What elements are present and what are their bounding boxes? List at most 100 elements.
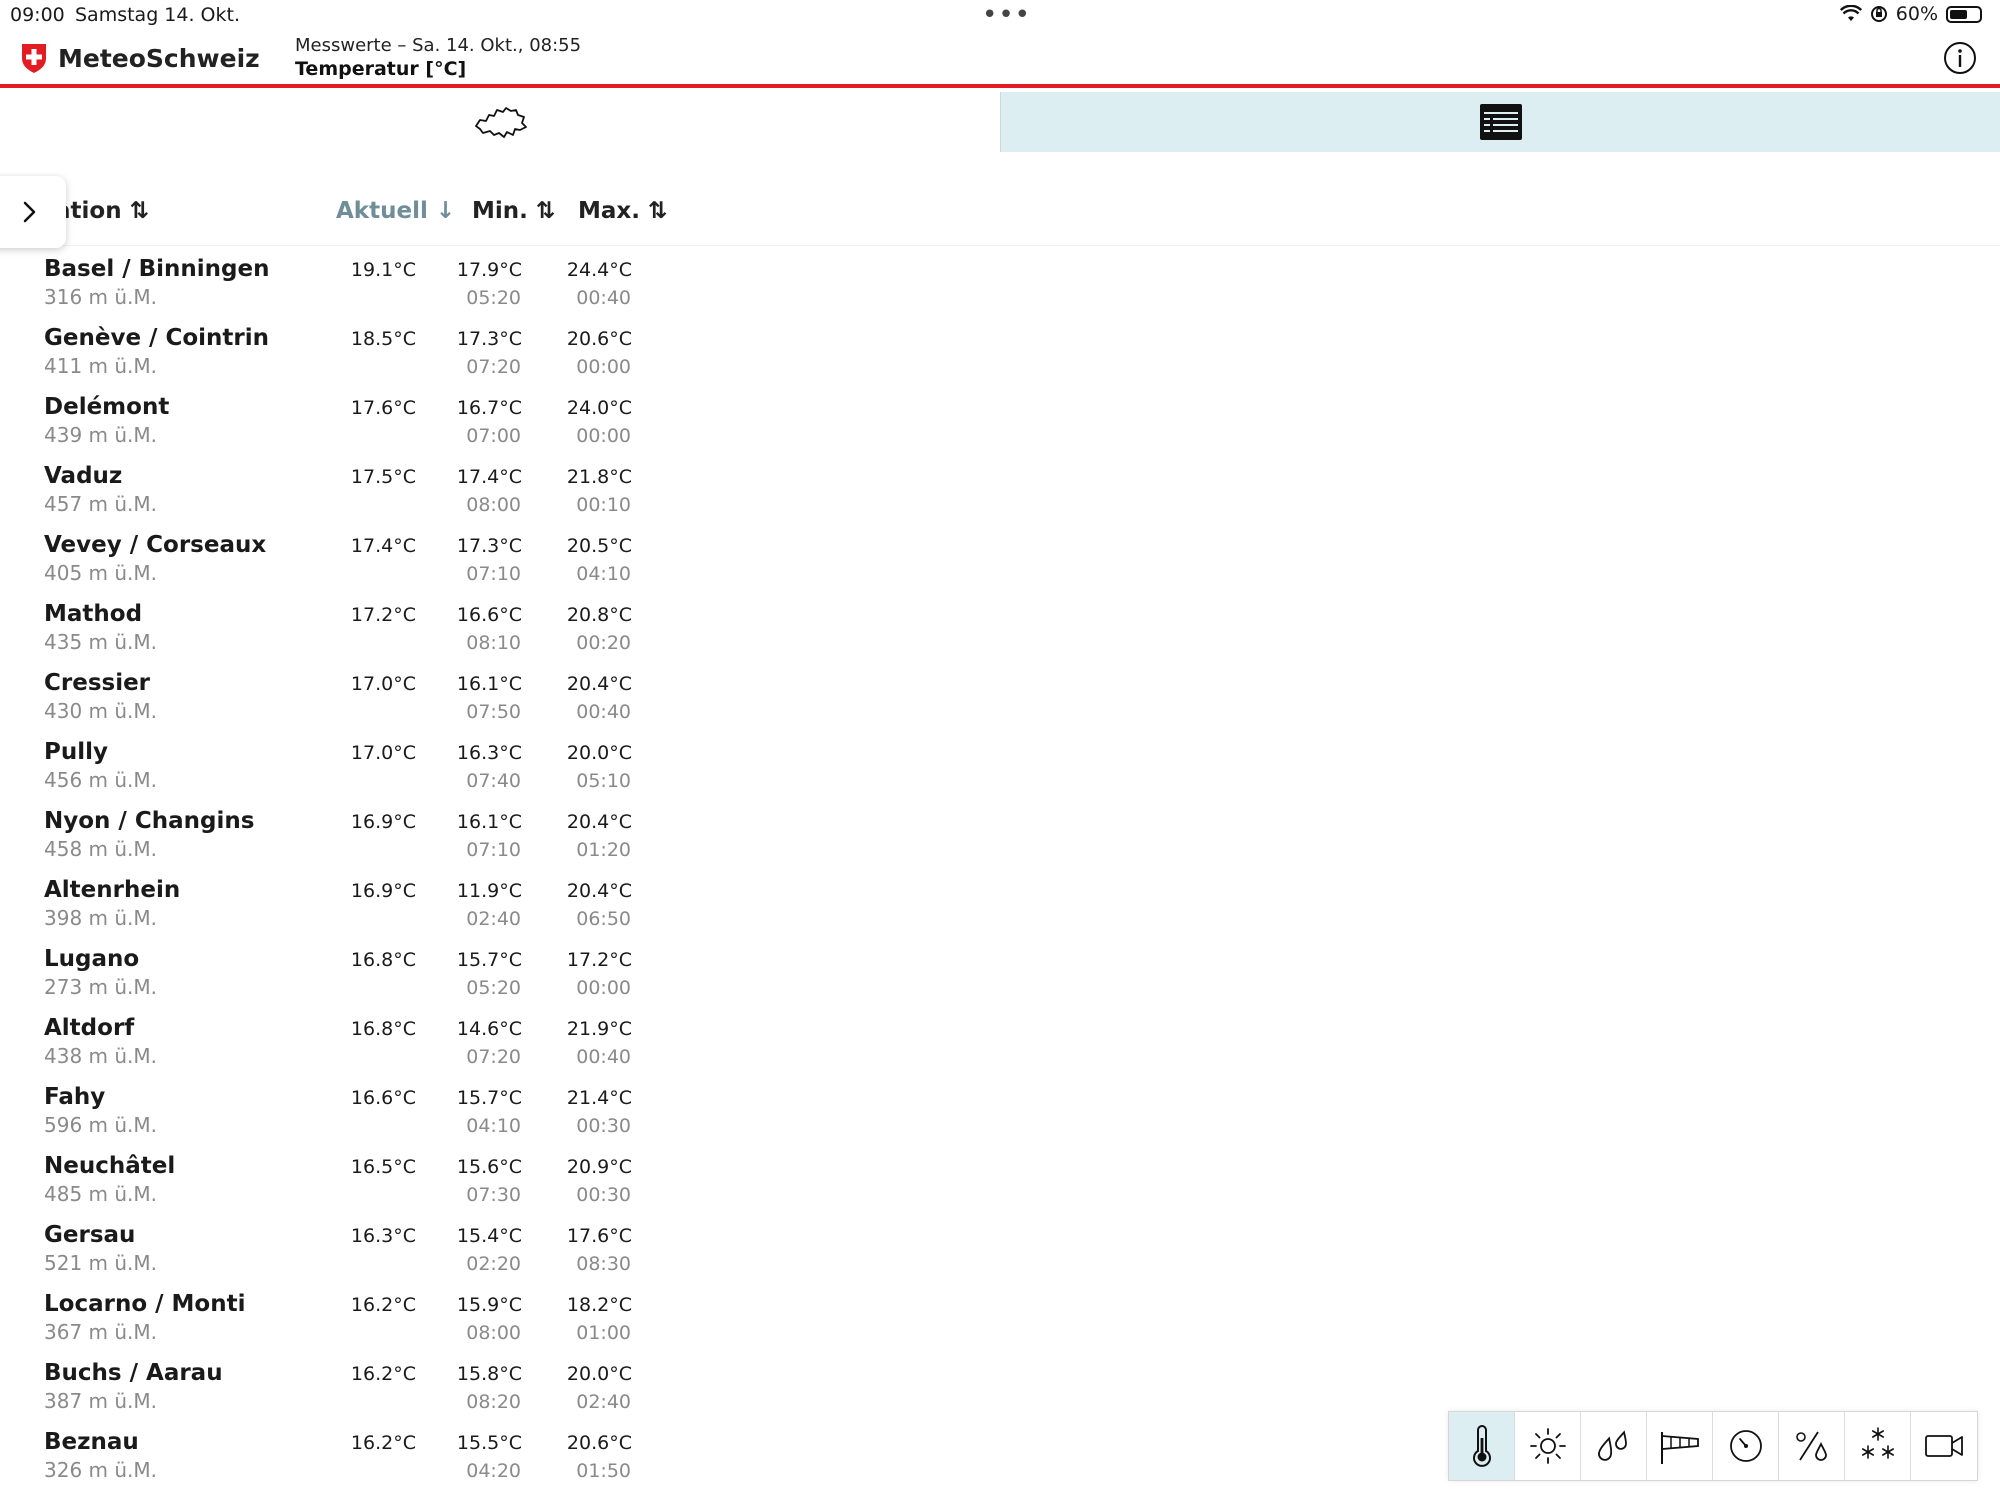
station-name: Basel / Binningen [44,256,270,282]
station-elevation: 458 m ü.M. [44,837,158,861]
swiss-shield-icon [20,42,48,74]
station-name: Pully [44,739,108,765]
max-time: 00:00 [576,356,631,378]
min-temperature: 17.3°C [456,535,522,557]
param-webcam-button[interactable] [1911,1412,1977,1480]
param-precipitation-button[interactable] [1581,1412,1647,1480]
max-temperature: 17.6°C [566,1225,632,1247]
param-pressure-button[interactable] [1713,1412,1779,1480]
param-sunshine-button[interactable] [1515,1412,1581,1480]
table-row[interactable]: Basel / Binningen 316 m ü.M. 19.1°C 17.9°C 0… [0,250,2000,319]
status-date: Samstag 14. Okt. [75,4,241,26]
max-temperature: 20.6°C [566,328,632,350]
current-temperature: 17.6°C [350,397,416,419]
page-title: Temperatur [°C] [295,58,467,80]
table-row[interactable]: Pully 456 m ü.M. 17.0°C 16.3°C 07:40 20.0°C 05… [0,733,2000,802]
wifi-icon [1839,5,1862,23]
tab-list-view[interactable] [1000,92,2000,152]
station-elevation: 521 m ü.M. [44,1251,158,1275]
chevron-right-icon [23,201,36,223]
max-time: 00:20 [576,632,631,654]
humidity-percent-icon [1795,1431,1827,1461]
param-temperature-button[interactable] [1449,1412,1515,1480]
webcam-icon [1925,1435,1963,1457]
station-elevation: 439 m ü.M. [44,423,158,447]
battery-percentage: 60% [1895,3,1938,25]
list-icon [1479,104,1522,140]
station-elevation: 405 m ü.M. [44,561,158,585]
min-time: 07:00 [466,425,521,447]
min-temperature: 11.9°C [456,880,522,902]
station-elevation: 435 m ü.M. [44,630,158,654]
min-temperature: 16.6°C [456,604,522,626]
current-temperature: 17.5°C [350,466,416,488]
app-name: MeteoSchweiz [58,43,260,73]
max-time: 00:30 [576,1184,631,1206]
max-temperature: 24.4°C [566,259,632,281]
table-row[interactable]: Vaduz 457 m ü.M. 17.5°C 17.4°C 08:00 21.8°C 00… [0,457,2000,526]
max-temperature: 20.5°C [566,535,632,557]
precipitation-drops-icon [1597,1430,1627,1461]
min-time: 08:20 [466,1391,521,1413]
min-temperature: 14.6°C [456,1018,522,1040]
switzerland-map-icon [475,107,527,138]
sun-icon [1529,1428,1566,1464]
min-temperature: 17.9°C [456,259,522,281]
column-header-min[interactable]: Min. ⇅ [472,198,555,232]
station-name: Mathod [44,601,143,627]
max-time: 06:50 [576,908,631,930]
param-humidity-button[interactable] [1779,1412,1845,1480]
min-temperature: 16.1°C [456,811,522,833]
min-temperature: 17.4°C [456,466,522,488]
table-row[interactable]: Mathod 435 m ü.M. 17.2°C 16.6°C 08:10 20.8°C 0… [0,595,2000,664]
table-row[interactable]: Genève / Cointrin 411 m ü.M. 18.5°C 17.3°C 0… [0,319,2000,388]
table-row[interactable]: Neuchâtel 485 m ü.M. 16.5°C 15.6°C 07:30 20.9… [0,1147,2000,1216]
station-name: Gersau [44,1222,136,1248]
table-row[interactable]: Locarno / Monti 367 m ü.M. 16.2°C 15.9°C 08:… [0,1285,2000,1354]
max-time: 08:30 [576,1253,631,1275]
table-row[interactable]: Gersau 521 m ü.M. 16.3°C 15.4°C 02:20 17.6°C 0… [0,1216,2000,1285]
station-elevation: 485 m ü.M. [44,1182,158,1206]
table-row[interactable]: Lugano 273 m ü.M. 16.8°C 15.7°C 05:20 17.2°C 0… [0,940,2000,1009]
station-elevation: 596 m ü.M. [44,1113,158,1137]
min-temperature: 15.8°C [456,1363,522,1385]
info-button[interactable] [1943,41,1977,75]
max-temperature: 21.4°C [566,1087,632,1109]
max-temperature: 21.8°C [566,466,632,488]
min-time: 07:40 [466,770,521,792]
station-elevation: 273 m ü.M. [44,975,158,999]
current-temperature: 18.5°C [350,328,416,350]
max-time: 00:30 [576,1115,631,1137]
station-elevation: 367 m ü.M. [44,1320,158,1344]
min-temperature: 15.9°C [456,1294,522,1316]
table-row[interactable]: Vevey / Corseaux 405 m ü.M. 17.4°C 17.3°C 07… [0,526,2000,595]
station-elevation: 438 m ü.M. [44,1044,158,1068]
max-temperature: 18.2°C [566,1294,632,1316]
max-time: 00:10 [576,494,631,516]
param-snow-button[interactable] [1845,1412,1911,1480]
table-row[interactable]: Altdorf 438 m ü.M. 16.8°C 14.6°C 07:20 21.9°C… [0,1009,2000,1078]
sidebar-expand-button[interactable] [0,176,66,248]
column-header-aktuell[interactable]: Aktuell ↓ [336,198,455,232]
table-row[interactable]: Nyon / Changins 458 m ü.M. 16.9°C 16.1°C 07:… [0,802,2000,871]
min-time: 08:10 [466,632,521,654]
station-elevation: 326 m ü.M. [44,1458,158,1482]
column-header-max[interactable]: Max. ⇅ [578,198,667,232]
min-time: 08:00 [466,1322,521,1344]
current-temperature: 16.2°C [350,1294,416,1316]
table-row[interactable]: Delémont 439 m ü.M. 17.6°C 16.7°C 07:00 24.0°… [0,388,2000,457]
snow-icon [1861,1427,1894,1459]
column-header-station[interactable]: ation ⇅ [55,198,149,232]
table-row[interactable]: Fahy 596 m ü.M. 16.6°C 15.7°C 04:10 21.4°C 00:… [0,1078,2000,1147]
view-tabs [0,92,2000,152]
current-temperature: 17.4°C [350,535,416,557]
tab-map-view[interactable] [0,92,1000,152]
app-logo: MeteoSchweiz [20,42,260,74]
multitasking-dots-icon[interactable]: ••• [982,0,1031,30]
table-row[interactable]: Cressier 430 m ü.M. 17.0°C 16.1°C 07:50 20.4°… [0,664,2000,733]
max-temperature: 20.4°C [566,880,632,902]
max-temperature: 20.6°C [566,1432,632,1454]
param-wind-button[interactable] [1647,1412,1713,1480]
table-row[interactable]: Altenrhein 398 m ü.M. 16.9°C 11.9°C 02:40 20.… [0,871,2000,940]
parameter-toolbar [1448,1411,1978,1481]
